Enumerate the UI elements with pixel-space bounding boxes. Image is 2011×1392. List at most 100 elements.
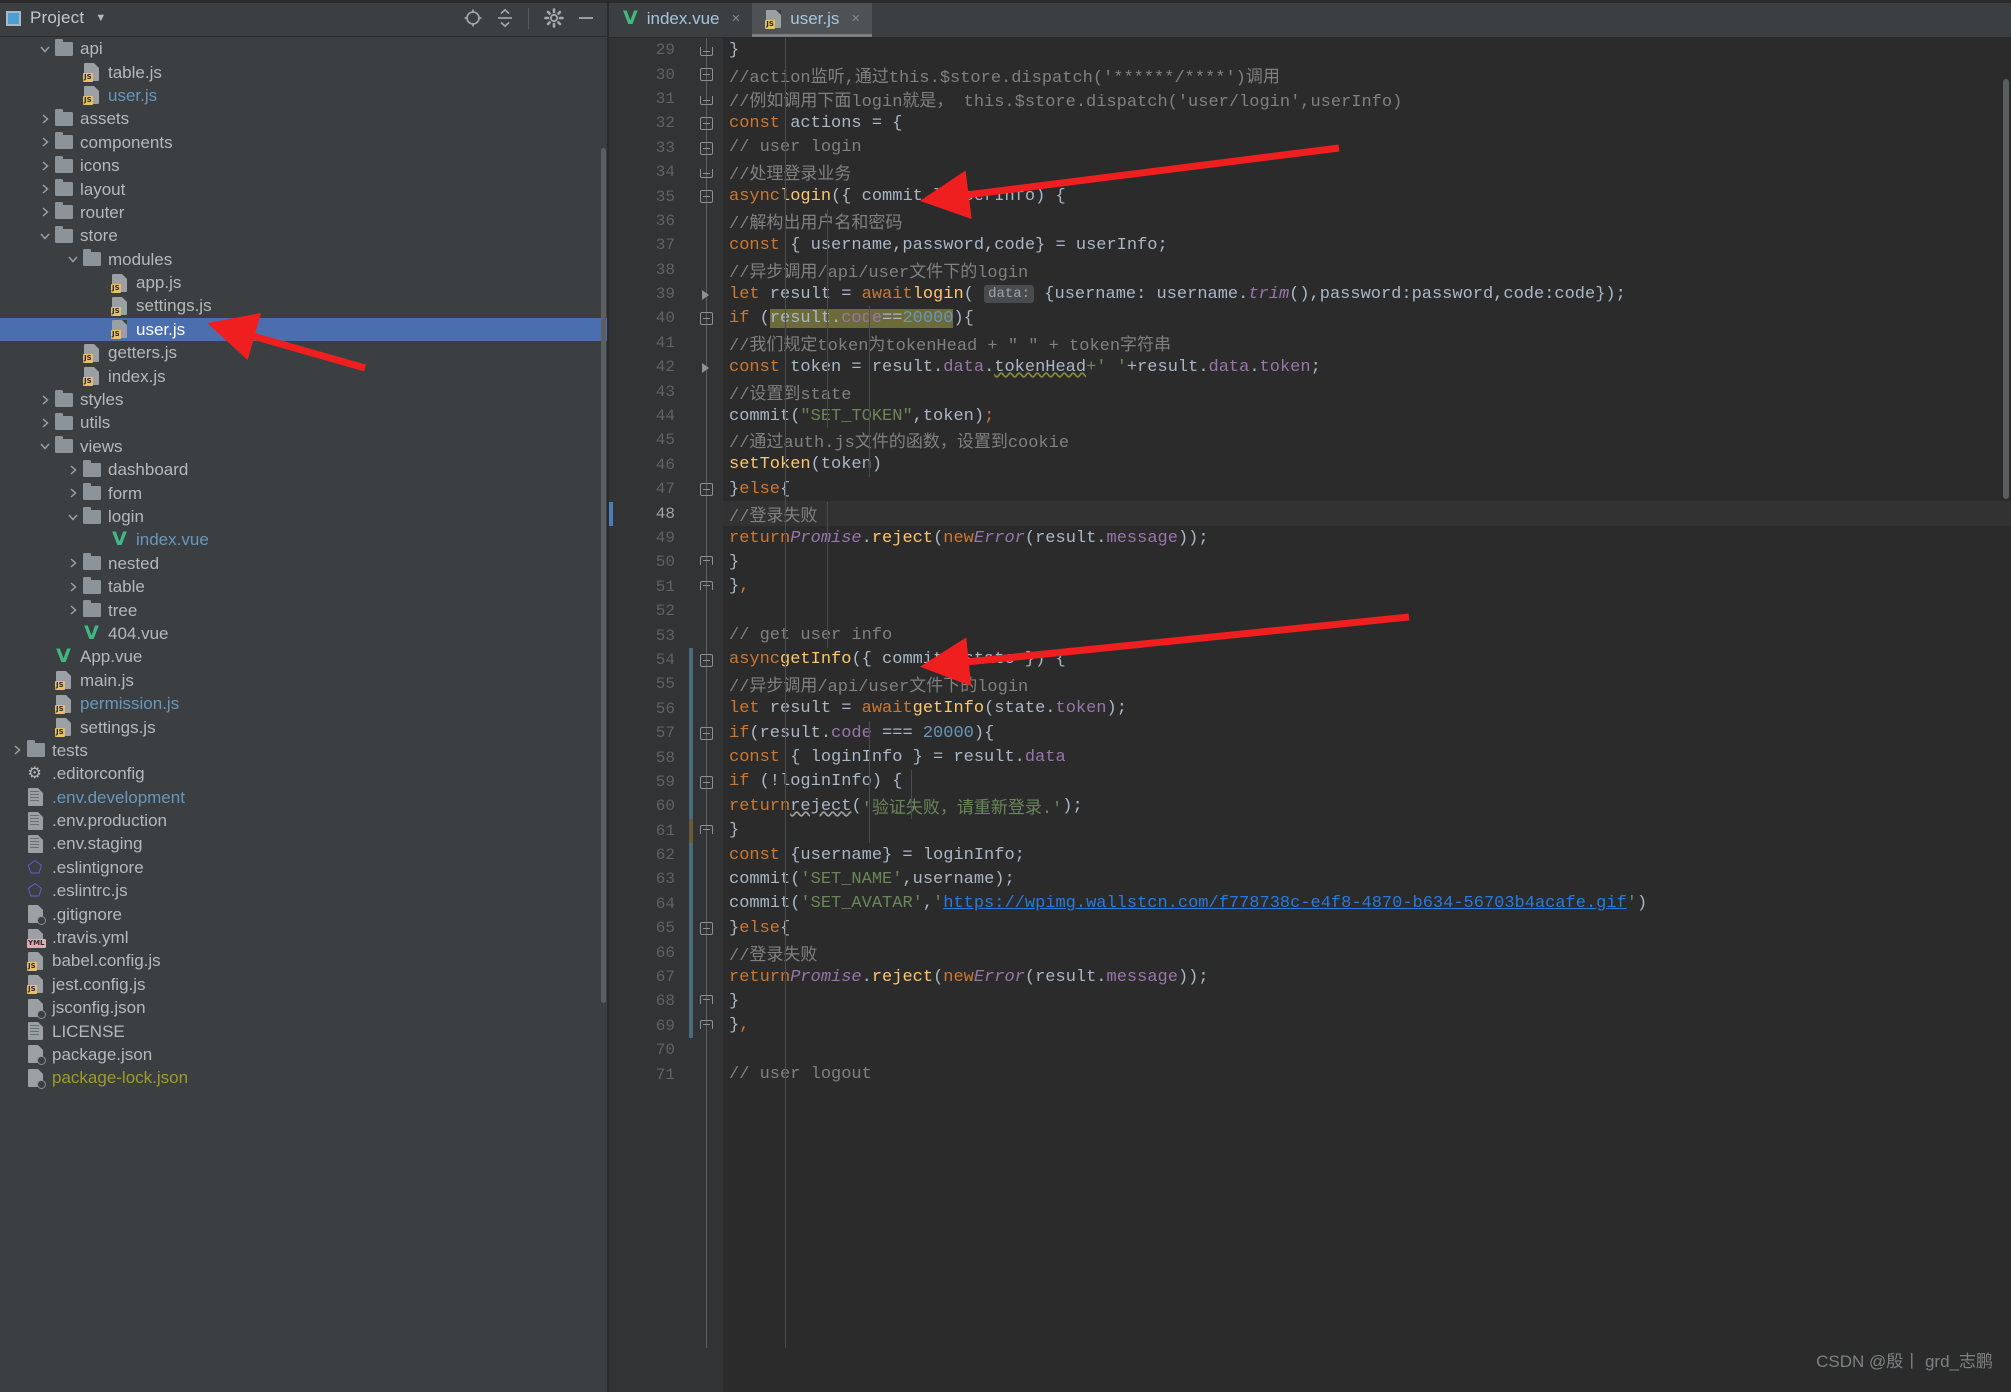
tree-item-main-js[interactable]: JSmain.js bbox=[0, 669, 609, 692]
chevron-down-icon[interactable] bbox=[64, 511, 81, 523]
code-line[interactable]: //我们规定token为tokenHead + " " + token字符串 bbox=[723, 331, 2011, 355]
fold-row[interactable] bbox=[689, 38, 723, 62]
code-line[interactable]: } bbox=[723, 38, 2011, 62]
chevron-right-icon[interactable] bbox=[8, 744, 25, 756]
tab-user-js[interactable]: JSuser.js× bbox=[752, 0, 872, 37]
chevron-down-icon[interactable] bbox=[36, 230, 53, 242]
code-line[interactable]: //登录失败 bbox=[723, 501, 2011, 525]
tree-item-user-js[interactable]: JSuser.js bbox=[0, 318, 609, 341]
fold-row[interactable] bbox=[689, 672, 723, 696]
chevron-down-icon[interactable] bbox=[36, 43, 53, 55]
fold-collapse-icon[interactable] bbox=[700, 68, 713, 81]
tree-item--editorconfig[interactable]: ⚙.editorconfig bbox=[0, 762, 609, 785]
tree-item-getters-js[interactable]: JSgetters.js bbox=[0, 341, 609, 364]
code-text-area[interactable]: }//action监听,通过this.$store.dispatch('****… bbox=[723, 38, 2011, 1392]
fold-end-icon[interactable] bbox=[700, 169, 713, 178]
code-line[interactable] bbox=[723, 1038, 2011, 1062]
code-line[interactable]: }else{ bbox=[723, 477, 2011, 501]
fold-collapse-icon[interactable] bbox=[700, 483, 713, 496]
fold-row[interactable] bbox=[689, 62, 723, 86]
code-line[interactable]: }, bbox=[723, 1014, 2011, 1038]
tree-item-app-js[interactable]: JSapp.js bbox=[0, 271, 609, 294]
code-line[interactable]: // get user info bbox=[723, 623, 2011, 647]
code-line[interactable]: async getInfo({ commit, state }) { bbox=[723, 648, 2011, 672]
fold-row[interactable] bbox=[689, 258, 723, 282]
locate-icon[interactable] bbox=[458, 3, 488, 33]
chevron-right-icon[interactable] bbox=[64, 604, 81, 616]
fold-row[interactable] bbox=[689, 989, 723, 1013]
code-area[interactable]: 2930313233343536373839404142434445464748… bbox=[609, 38, 2011, 1392]
chevron-right-icon[interactable] bbox=[36, 183, 53, 195]
fold-row[interactable] bbox=[689, 526, 723, 550]
fold-row[interactable] bbox=[689, 892, 723, 916]
fold-row[interactable] bbox=[689, 794, 723, 818]
code-line[interactable]: commit('SET_NAME',username); bbox=[723, 867, 2011, 891]
tree-item-index-vue[interactable]: Vindex.vue bbox=[0, 528, 609, 551]
tree-item-jsconfig-json[interactable]: jsconfig.json bbox=[0, 996, 609, 1019]
fold-row[interactable] bbox=[689, 184, 723, 208]
code-line[interactable]: //异步调用/api/user文件下的login bbox=[723, 672, 2011, 696]
chevron-right-icon[interactable] bbox=[36, 136, 53, 148]
fold-row[interactable] bbox=[689, 453, 723, 477]
fold-end-icon[interactable] bbox=[700, 47, 713, 56]
tree-item-tree[interactable]: tree bbox=[0, 598, 609, 621]
code-line[interactable]: const actions = { bbox=[723, 111, 2011, 135]
fold-collapse-icon[interactable] bbox=[700, 190, 713, 203]
code-line[interactable]: //处理登录业务 bbox=[723, 160, 2011, 184]
tree-item--env-staging[interactable]: .env.staging bbox=[0, 832, 609, 855]
code-line[interactable]: //登录失败 bbox=[723, 940, 2011, 964]
fold-row[interactable] bbox=[689, 233, 723, 257]
code-line[interactable]: const token = result.data.tokenHead+' '+… bbox=[723, 355, 2011, 379]
code-line[interactable]: //异步调用/api/user文件下的login bbox=[723, 258, 2011, 282]
tab-close-icon[interactable]: × bbox=[732, 11, 741, 26]
tree-item-form[interactable]: form bbox=[0, 481, 609, 504]
tab-close-icon[interactable]: × bbox=[851, 11, 860, 26]
tree-item-package-lock-json[interactable]: package-lock.json bbox=[0, 1066, 609, 1089]
tree-item-modules[interactable]: modules bbox=[0, 248, 609, 271]
fold-row[interactable] bbox=[689, 916, 723, 940]
fold-row[interactable] bbox=[689, 87, 723, 111]
fold-collapse-icon[interactable] bbox=[700, 654, 713, 667]
project-tree-scrollbar[interactable] bbox=[601, 148, 606, 1003]
tree-item-layout[interactable]: layout bbox=[0, 177, 609, 200]
fold-end-icon[interactable] bbox=[700, 556, 713, 565]
chevron-right-icon[interactable] bbox=[64, 557, 81, 569]
tree-item-icons[interactable]: icons bbox=[0, 154, 609, 177]
fold-end-icon[interactable] bbox=[700, 581, 713, 590]
code-line[interactable]: //action监听,通过this.$store.dispatch('*****… bbox=[723, 62, 2011, 86]
editor-scrollbar[interactable] bbox=[2003, 79, 2009, 499]
tree-item-views[interactable]: views bbox=[0, 435, 609, 458]
fold-row[interactable] bbox=[689, 965, 723, 989]
code-line[interactable]: return Promise.reject(new Error(result.m… bbox=[723, 526, 2011, 550]
tree-item-user-js[interactable]: JSuser.js bbox=[0, 84, 609, 107]
code-line[interactable]: //解构出用户名和密码 bbox=[723, 209, 2011, 233]
chevron-down-icon[interactable]: ▼ bbox=[95, 13, 106, 24]
tree-item-settings-js[interactable]: JSsettings.js bbox=[0, 294, 609, 317]
code-line[interactable]: if(result.code === 20000){ bbox=[723, 721, 2011, 745]
fold-end-icon[interactable] bbox=[700, 1020, 713, 1029]
chevron-right-icon[interactable] bbox=[36, 394, 53, 406]
fold-row[interactable] bbox=[689, 1014, 723, 1038]
tree-item-router[interactable]: router bbox=[0, 201, 609, 224]
code-line[interactable]: commit('SET_AVATAR','https://wpimg.walls… bbox=[723, 892, 2011, 916]
project-file-tree[interactable]: apiJStable.jsJSuser.jsassetscomponentsic… bbox=[0, 37, 609, 1392]
code-line[interactable]: //例如调用下面login就是， this.$store.dispatch('u… bbox=[723, 87, 2011, 111]
fold-collapse-icon[interactable] bbox=[700, 312, 713, 325]
run-gutter-icon[interactable] bbox=[700, 288, 713, 301]
tree-item-tests[interactable]: tests bbox=[0, 739, 609, 762]
tree-item-nested[interactable]: nested bbox=[0, 552, 609, 575]
fold-row[interactable] bbox=[689, 209, 723, 233]
tree-item-jest-config-js[interactable]: JSjest.config.js bbox=[0, 973, 609, 996]
tab-index-vue[interactable]: Vindex.vue× bbox=[609, 0, 752, 37]
fold-collapse-icon[interactable] bbox=[700, 142, 713, 155]
chevron-right-icon[interactable] bbox=[36, 113, 53, 125]
tree-item--env-development[interactable]: .env.development bbox=[0, 786, 609, 809]
code-line[interactable]: return Promise.reject(new Error(result.m… bbox=[723, 965, 2011, 989]
fold-row[interactable] bbox=[689, 1062, 723, 1086]
fold-collapse-icon[interactable] bbox=[700, 117, 713, 130]
fold-row[interactable] bbox=[689, 306, 723, 330]
code-line[interactable]: async login({ commit },userInfo) { bbox=[723, 184, 2011, 208]
chevron-right-icon[interactable] bbox=[36, 160, 53, 172]
chevron-right-icon[interactable] bbox=[64, 581, 81, 593]
fold-row[interactable] bbox=[689, 599, 723, 623]
